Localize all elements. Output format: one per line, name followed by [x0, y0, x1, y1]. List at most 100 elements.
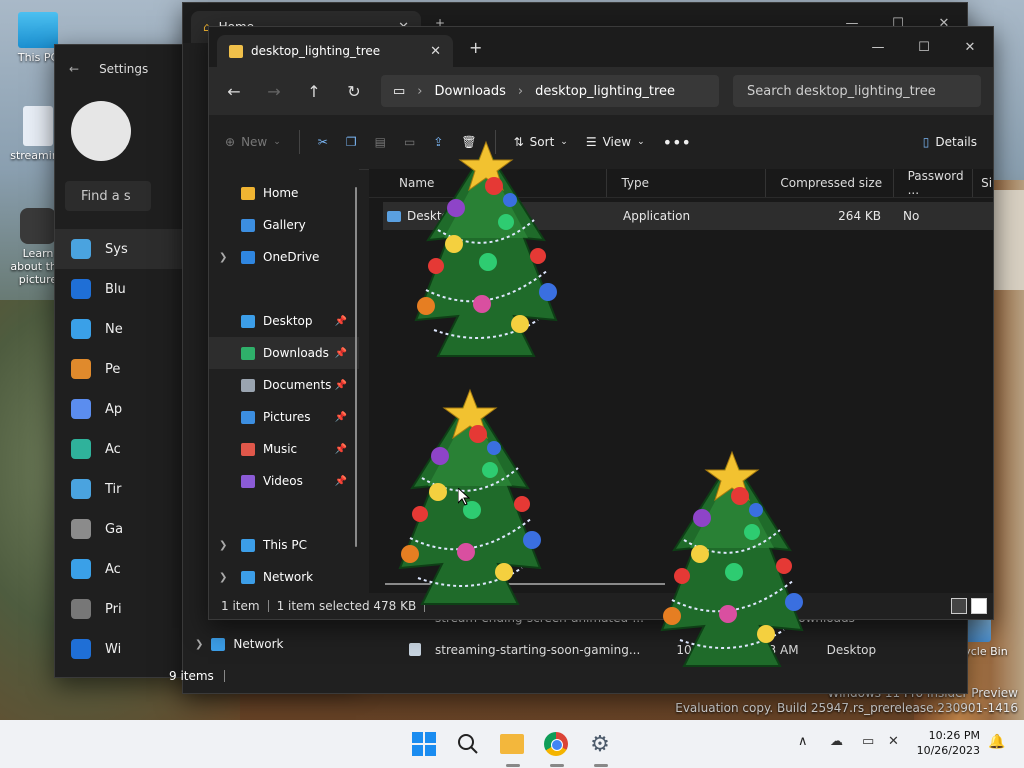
tiles-view-icon[interactable]: [971, 598, 987, 614]
new-tab-button[interactable]: +: [469, 38, 482, 57]
refresh-icon[interactable]: ↻: [341, 82, 367, 101]
settings-taskbar-button[interactable]: ⚙: [584, 728, 616, 760]
details-view-icon[interactable]: [951, 598, 967, 614]
chevron-down-icon: ⌄: [273, 137, 281, 147]
chevron-up-icon[interactable]: ∧: [798, 734, 808, 749]
windows-logo-icon: [412, 732, 436, 756]
minimize-button[interactable]: —: [855, 40, 901, 55]
shield-icon: [71, 599, 91, 619]
accessibility-icon: [71, 559, 91, 579]
nav-item-network[interactable]: ❯ Network: [209, 561, 359, 593]
column-compressed-size[interactable]: Compressed size: [766, 169, 894, 197]
nav-item-this-pc[interactable]: ❯ This PC: [209, 529, 359, 561]
zip-folder-icon: [229, 44, 243, 58]
nav-scrollbar[interactable]: [355, 187, 357, 547]
file-explorer-taskbar-button[interactable]: [496, 728, 528, 760]
gallery-icon: [241, 218, 255, 232]
gamepad-icon: [71, 519, 91, 539]
chrome-taskbar-button[interactable]: [540, 728, 572, 760]
computer-icon: ▭: [393, 83, 406, 99]
network-icon: [241, 570, 255, 584]
network-icon: [211, 637, 226, 651]
plus-circle-icon: ⊕: [225, 135, 236, 149]
nav-item-music[interactable]: Music 📌: [209, 433, 359, 465]
notification-bell-icon[interactable]: 🔔: [988, 734, 1005, 750]
view-button[interactable]: ☰ View ⌄: [586, 135, 645, 149]
close-window-button[interactable]: ✕: [947, 40, 993, 55]
paste-icon[interactable]: ▤: [375, 135, 386, 149]
more-options-icon[interactable]: •••: [663, 133, 691, 152]
pin-icon[interactable]: 📌: [335, 380, 347, 391]
monitor-icon: [18, 12, 58, 48]
nav-item-onedrive[interactable]: ❯ OneDrive: [209, 241, 359, 273]
column-type[interactable]: Type: [607, 169, 767, 197]
network-status-icon[interactable]: ▭: [862, 734, 874, 749]
nav-item-gallery[interactable]: Gallery: [209, 209, 359, 241]
apps-icon: [71, 399, 91, 419]
clock[interactable]: 10:26 PM 10/26/2023: [912, 728, 980, 758]
tab-title: desktop_lighting_tree: [251, 44, 381, 58]
maximize-button[interactable]: ☐: [901, 40, 947, 55]
christmas-tree: [399, 389, 542, 605]
account-icon: [71, 439, 91, 459]
pin-icon[interactable]: 📌: [335, 444, 347, 455]
volume-muted-icon[interactable]: ✕: [888, 734, 899, 749]
pin-icon[interactable]: 📌: [335, 348, 347, 359]
search-button[interactable]: [452, 728, 484, 760]
pin-icon[interactable]: 📌: [335, 412, 347, 423]
back-arrow-icon[interactable]: ←: [69, 62, 79, 76]
explorer-window-front[interactable]: desktop_lighting_tree ✕ + — ☐ ✕ ← → ↑ ↻ …: [208, 26, 994, 620]
address-bar[interactable]: ▭ › Downloads › desktop_lighting_tree: [381, 75, 719, 107]
music-icon: [241, 442, 255, 456]
details-button[interactable]: ▯ Details: [923, 135, 977, 149]
nav-item-pictures[interactable]: Pictures 📌: [209, 401, 359, 433]
breadcrumb-current[interactable]: desktop_lighting_tree: [535, 84, 675, 99]
gear-icon: ⚙: [590, 731, 610, 757]
folder-icon: [500, 734, 524, 754]
settings-title: Settings: [99, 62, 149, 76]
forward-arrow-icon[interactable]: →: [261, 82, 287, 101]
column-size[interactable]: Si: [973, 169, 993, 197]
breadcrumb-downloads[interactable]: Downloads: [435, 84, 506, 99]
nav-item-home[interactable]: Home: [209, 177, 359, 209]
nav-item-downloads[interactable]: Downloads 📌: [209, 337, 359, 369]
start-button[interactable]: [408, 728, 440, 760]
wifi-icon: [71, 319, 91, 339]
spotlight-icon: [20, 208, 56, 244]
status-bar: 1 item 1 item selected 478 KB: [209, 593, 993, 619]
pin-icon[interactable]: 📌: [335, 316, 347, 327]
close-tab-icon[interactable]: ✕: [430, 44, 441, 59]
onedrive-status-icon[interactable]: ☁: [830, 734, 843, 749]
chevron-down-icon: ⌄: [637, 137, 645, 147]
nav-item-documents[interactable]: Documents 📌: [209, 369, 359, 401]
copy-icon[interactable]: ❐: [346, 135, 357, 149]
chevron-right-icon[interactable]: ❯: [219, 540, 227, 551]
image-file-icon: [409, 643, 421, 656]
christmas-tree: [661, 451, 804, 667]
up-arrow-icon[interactable]: ↑: [301, 82, 327, 101]
new-button[interactable]: ⊕ New ⌄: [225, 135, 281, 149]
desktop-icon: [241, 314, 255, 328]
cloud-icon: [241, 250, 255, 264]
cut-icon[interactable]: ✂: [318, 135, 328, 149]
settings-search-input[interactable]: Find a s: [65, 181, 151, 211]
pictures-icon: [241, 410, 255, 424]
nav-item-network[interactable]: ❯ Network: [195, 637, 284, 651]
column-password[interactable]: Password ...: [894, 169, 974, 197]
download-icon: [241, 346, 255, 360]
avatar: [71, 101, 131, 161]
nav-item-desktop[interactable]: Desktop 📌: [209, 305, 359, 337]
pin-icon[interactable]: 📌: [335, 476, 347, 487]
search-input[interactable]: Search desktop_lighting_tree: [733, 75, 981, 107]
mouse-cursor: [458, 488, 470, 506]
details-pane-icon: ▯: [922, 135, 930, 149]
bluetooth-icon: [71, 279, 91, 299]
home-icon: [241, 186, 255, 200]
chevron-right-icon[interactable]: ❯: [219, 572, 227, 583]
chevron-right-icon[interactable]: ❯: [219, 252, 227, 263]
search-icon: [458, 734, 478, 754]
nav-item-videos[interactable]: Videos 📌: [209, 465, 359, 497]
chevron-right-icon: ›: [517, 83, 524, 99]
back-arrow-icon[interactable]: ←: [221, 82, 247, 101]
pc-icon: [241, 538, 255, 552]
